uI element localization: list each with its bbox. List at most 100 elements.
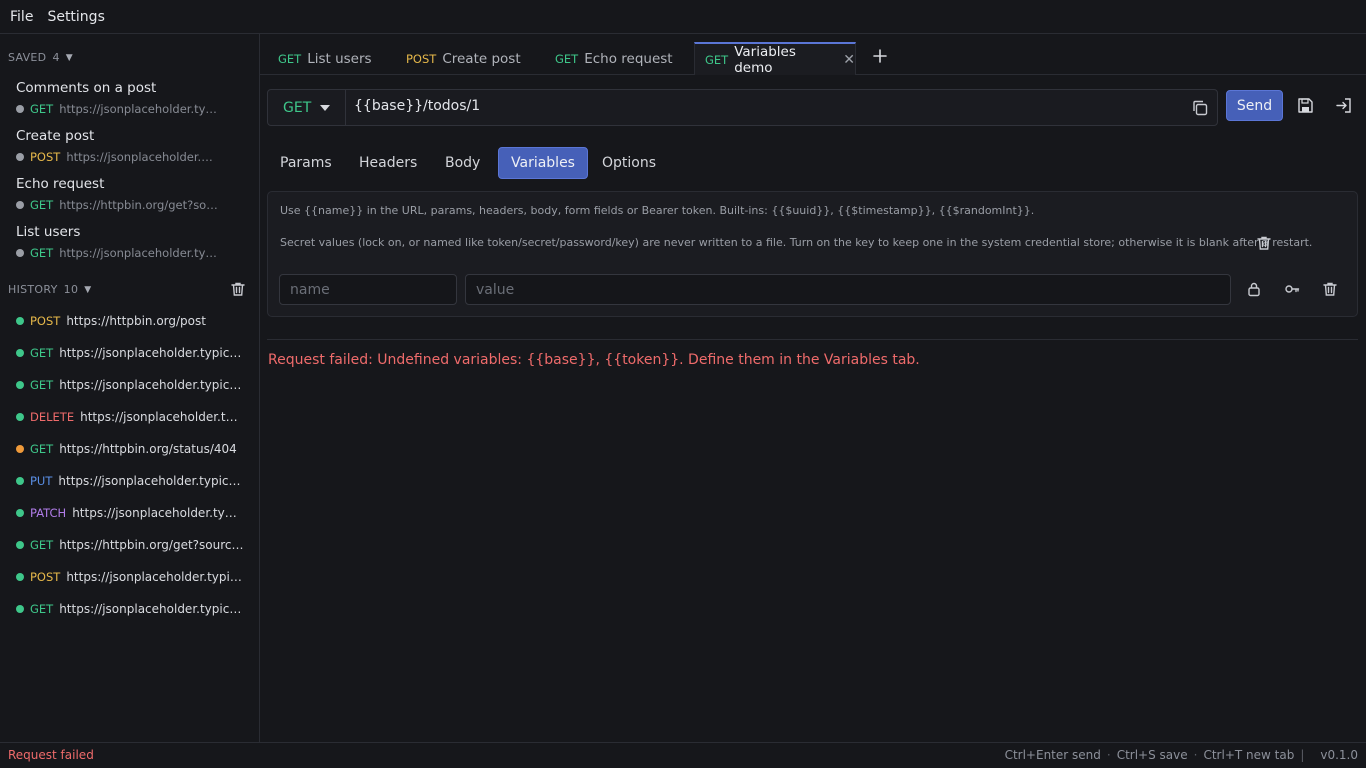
history-item-url: https://jsonplaceholder.typicode.com/pos… xyxy=(58,474,244,488)
method-label: GET xyxy=(278,51,302,66)
saved-item-url: https://httpbin.org/get?source=plexus xyxy=(59,198,219,212)
menu-file[interactable]: File xyxy=(10,9,33,25)
tab-echo-request[interactable]: GET Echo request xyxy=(545,42,685,75)
history-item-url: https://jsonplaceholder.typicode.com/pos… xyxy=(80,410,244,424)
method-label: POST xyxy=(30,150,61,164)
variables-panel: Use {{name}} in the URL, params, headers… xyxy=(267,191,1358,317)
status-dot xyxy=(16,509,24,517)
tab-label: Create post xyxy=(442,50,521,67)
status-bar: Request failed Ctrl+Enter send · Ctrl+S sa… xyxy=(0,742,1366,768)
history-item[interactable]: GET https://jsonplaceholder.typicode.com/… xyxy=(16,345,244,361)
method-label: GET xyxy=(30,602,54,616)
saved-status-dot xyxy=(16,153,24,161)
status-dot xyxy=(16,413,24,421)
subtab-options[interactable]: Options xyxy=(590,147,668,179)
tab-list-users[interactable]: GET List users xyxy=(268,42,386,75)
history-item[interactable]: PUT https://jsonplaceholder.typicode.com/… xyxy=(16,473,244,489)
method-label: PATCH xyxy=(30,506,67,520)
history-item-url: https://jsonplaceholder.typicode.com/pos… xyxy=(59,346,244,360)
clear-variables-trash-icon[interactable] xyxy=(1256,235,1272,251)
add-tab-plus-icon[interactable] xyxy=(872,48,888,64)
method-label: POST xyxy=(406,51,437,66)
saved-item[interactable]: Echo request GET https://httpbin.org/get… xyxy=(16,175,248,212)
history-item-url: https://httpbin.org/get?source=plexus xyxy=(59,538,244,552)
variable-name-placeholder: name xyxy=(290,282,330,298)
saved-count: 4 xyxy=(52,51,60,64)
status-dot xyxy=(16,349,24,357)
saved-item[interactable]: Comments on a post GET https://jsonplace… xyxy=(16,79,248,116)
tab-create-post[interactable]: POST Create post xyxy=(396,42,536,75)
shortcut-save: Ctrl+S save xyxy=(1116,748,1188,762)
history-item[interactable]: POST https://jsonplaceholder.typicode.com… xyxy=(16,569,244,585)
method-label: POST xyxy=(30,314,61,328)
subtab-body[interactable]: Body xyxy=(433,147,492,179)
tab-variables-demo[interactable]: GET Variables demo ✕ xyxy=(694,42,856,76)
history-item[interactable]: GET https://httpbin.org/status/404 xyxy=(16,441,244,457)
caret-down-icon: ▼ xyxy=(84,284,92,295)
method-label: GET xyxy=(30,246,54,260)
variable-name-input[interactable]: name xyxy=(279,274,457,305)
history-section-header[interactable]: HISTORY 10 ▼ xyxy=(8,283,91,296)
history-item[interactable]: GET https://jsonplaceholder.typicode.com/… xyxy=(16,377,244,393)
url-input[interactable]: {{base}}/todos/1 xyxy=(354,98,480,114)
saved-item[interactable]: List users GET https://jsonplaceholder.t… xyxy=(16,223,248,260)
history-item-url: https://jsonplaceholder.typicode.com/use… xyxy=(59,378,244,392)
menu-settings[interactable]: Settings xyxy=(47,9,104,25)
menu-bar: File Settings xyxy=(0,0,1366,34)
subtab-variables[interactable]: Variables xyxy=(498,147,588,179)
history-item[interactable]: DELETE https://jsonplaceholder.typicode.c… xyxy=(16,409,244,425)
lock-icon[interactable] xyxy=(1246,281,1262,297)
saved-item-title: Create post xyxy=(16,128,95,144)
method-label: GET xyxy=(30,102,54,116)
sidebar: SAVED 4 ▼ Comments on a post GET https:/… xyxy=(0,34,260,742)
caret-down-icon: ▼ xyxy=(65,52,73,63)
status-dot xyxy=(16,573,24,581)
history-item[interactable]: GET https://httpbin.org/get?source=plexus xyxy=(16,537,244,553)
tab-label: Variables demo xyxy=(734,43,796,76)
divider xyxy=(267,339,1358,340)
history-item[interactable]: GET https://jsonplaceholder.typicode.com/… xyxy=(16,601,244,617)
method-label: GET xyxy=(30,378,54,392)
url-bar: GET {{base}}/todos/1 xyxy=(267,89,1218,126)
history-item[interactable]: POST https://httpbin.org/post xyxy=(16,313,244,329)
copy-icon[interactable] xyxy=(1191,99,1209,117)
history-count: 10 xyxy=(63,283,79,296)
saved-item-title: List users xyxy=(16,224,81,240)
method-label: GET xyxy=(705,52,729,67)
close-tab-icon[interactable]: ✕ xyxy=(843,52,855,68)
status-dot xyxy=(16,381,24,389)
clear-history-trash-icon[interactable] xyxy=(230,281,246,297)
save-icon[interactable] xyxy=(1297,97,1314,114)
status-dot xyxy=(16,317,24,325)
saved-section-header[interactable]: SAVED 4 ▼ xyxy=(8,51,73,64)
status-dot xyxy=(16,541,24,549)
method-label: GET xyxy=(30,538,54,552)
history-item[interactable]: PATCH https://jsonplaceholder.typicode.co… xyxy=(16,505,244,521)
saved-item-title: Echo request xyxy=(16,176,105,192)
status-message: Request failed xyxy=(8,748,94,762)
history-item-url: https://jsonplaceholder.typicode.com/pos… xyxy=(72,506,244,520)
status-dot xyxy=(16,445,24,453)
saved-item[interactable]: Create post POST https://jsonplaceholder… xyxy=(16,127,248,164)
key-icon[interactable] xyxy=(1284,281,1300,297)
saved-item-title: Comments on a post xyxy=(16,80,157,96)
method-select[interactable]: GET xyxy=(268,90,346,125)
request-tabs: GET List users POST Create post GET Echo… xyxy=(260,34,1366,76)
variables-hint-usage: Use {{name}} in the URL, params, headers… xyxy=(280,204,1035,217)
subtab-headers[interactable]: Headers xyxy=(347,147,429,179)
variable-value-input[interactable]: value xyxy=(465,274,1231,305)
method-select-value: GET xyxy=(283,99,312,116)
shortcut-new-tab: Ctrl+T new tab xyxy=(1203,748,1295,762)
history-item-url: https://jsonplaceholder.typicode.com/com… xyxy=(59,602,244,616)
history-header-label: HISTORY xyxy=(8,283,58,296)
method-label: GET xyxy=(30,442,54,456)
import-icon[interactable] xyxy=(1335,97,1352,114)
history-item-url: https://httpbin.org/post xyxy=(66,314,206,328)
send-button[interactable]: Send xyxy=(1226,90,1283,121)
method-label: PUT xyxy=(30,474,53,488)
status-shortcuts: Ctrl+Enter send · Ctrl+S save · Ctrl+T new t… xyxy=(1004,748,1358,762)
subtab-params[interactable]: Params xyxy=(268,147,344,179)
tab-label: Echo request xyxy=(584,50,673,67)
delete-variable-trash-icon[interactable] xyxy=(1322,281,1338,297)
method-label: GET xyxy=(30,198,54,212)
